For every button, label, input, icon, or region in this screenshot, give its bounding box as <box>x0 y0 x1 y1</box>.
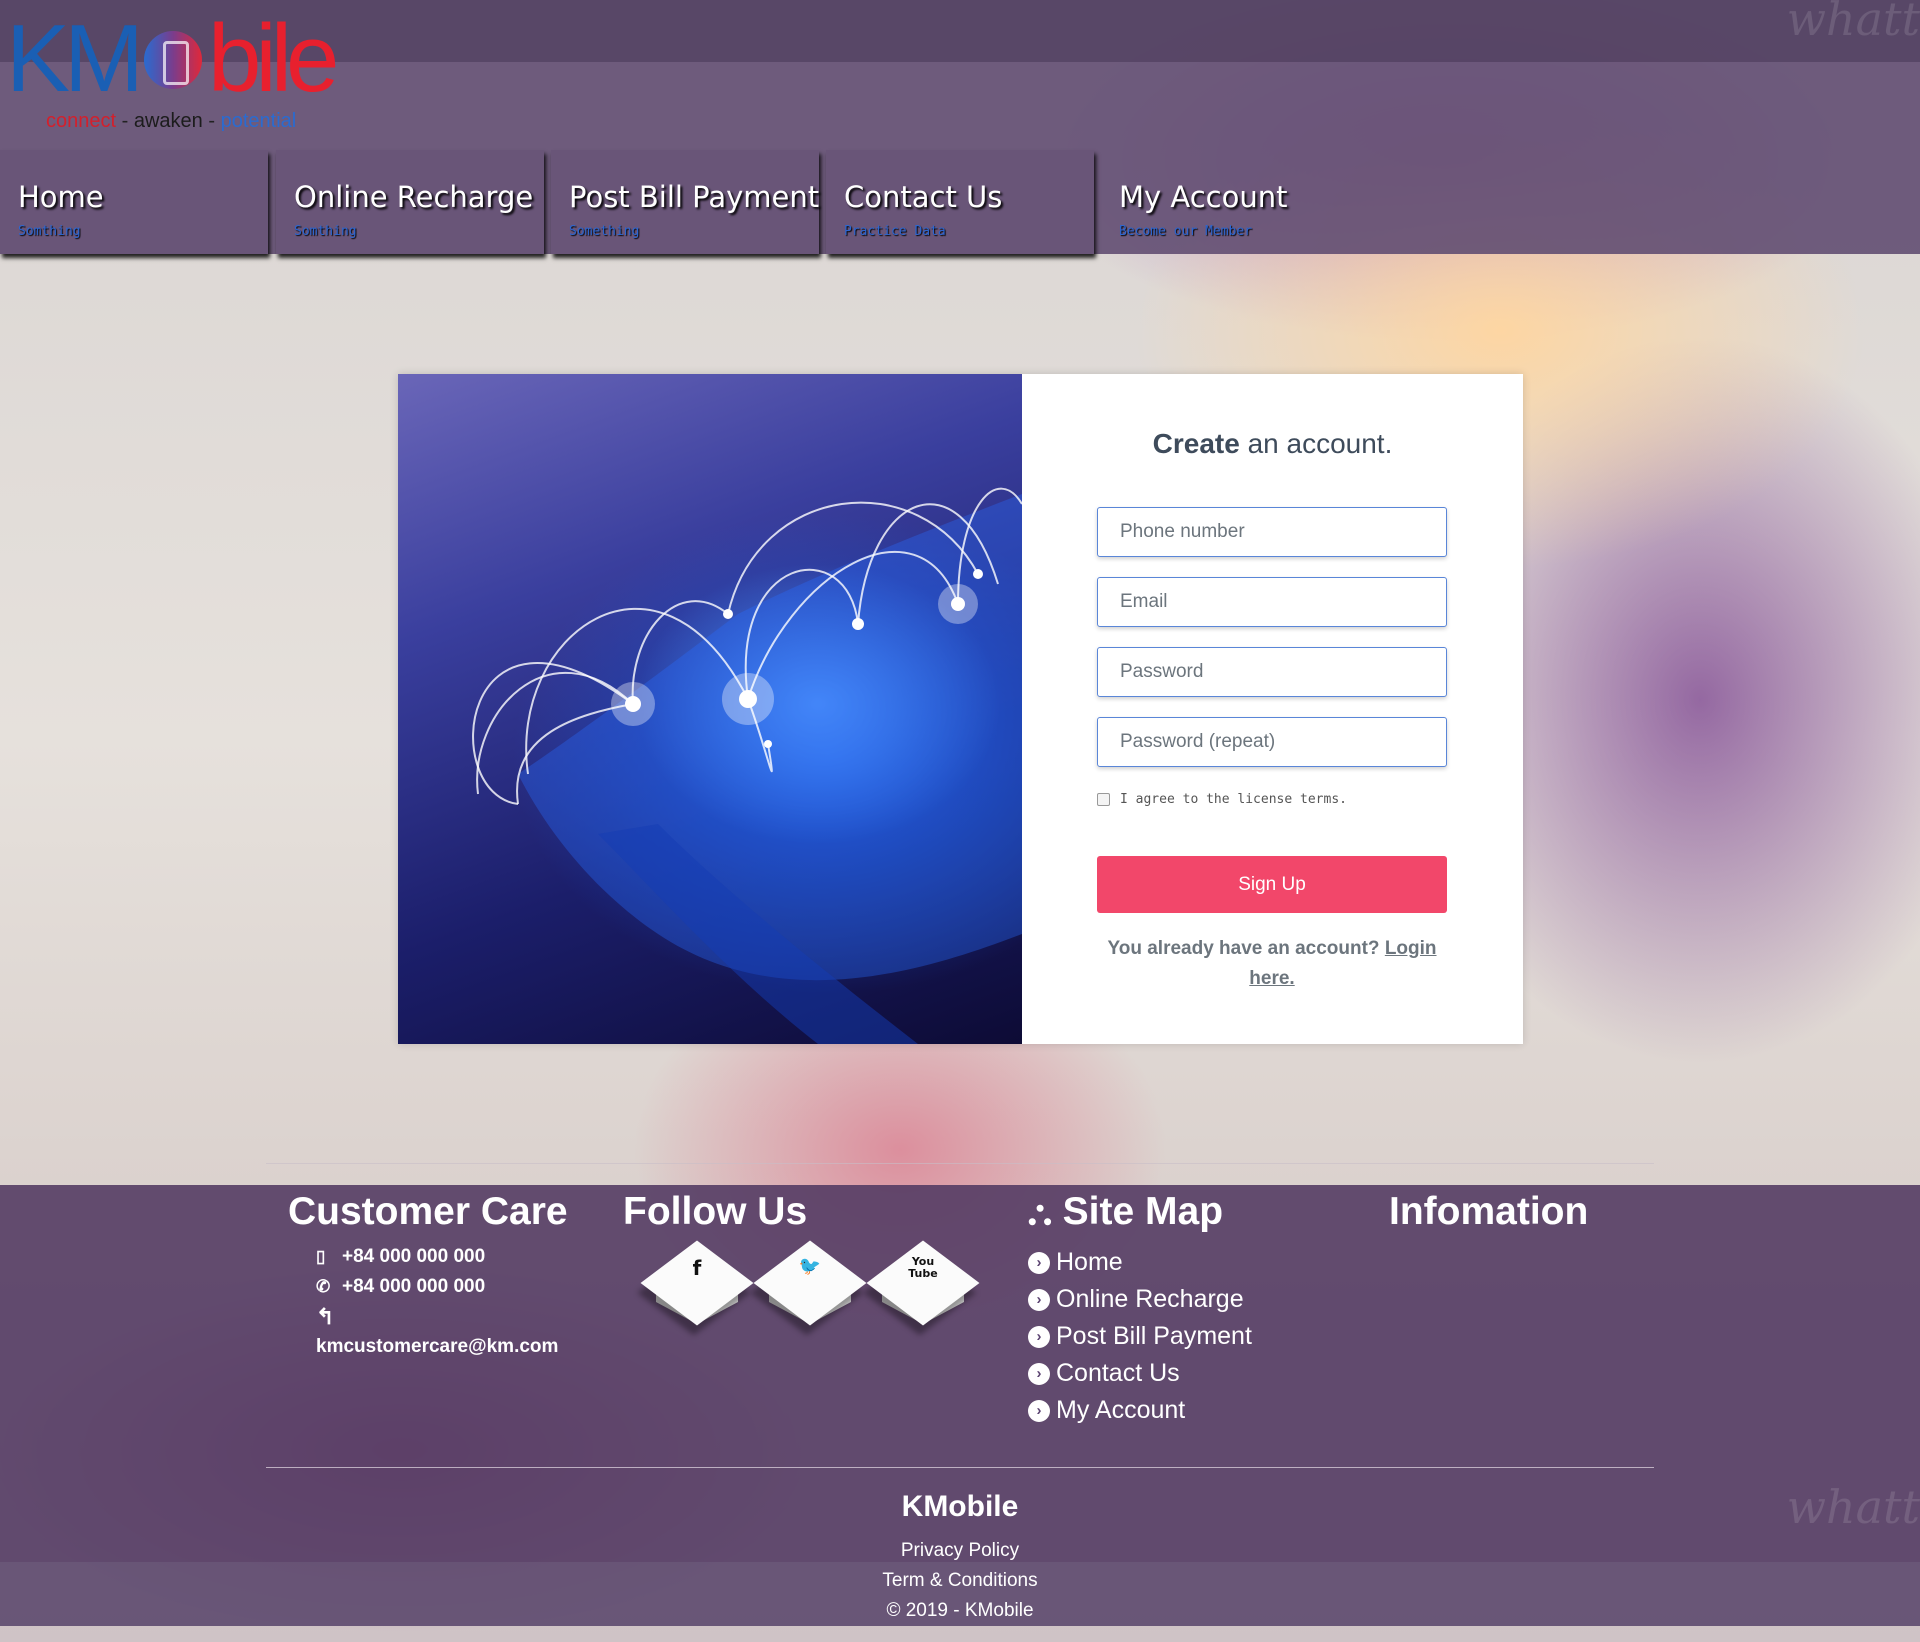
tile-top <box>753 1240 867 1326</box>
reply-icon: ↰ <box>316 1304 335 1329</box>
license-label: I agree to the license terms. <box>1120 792 1347 807</box>
logo-km: KM <box>6 5 144 112</box>
tagline-connect: connect <box>46 110 117 132</box>
sitemap-link-contact-us[interactable]: › Contact Us <box>1028 1359 1180 1388</box>
tagline-separator: - <box>121 110 129 132</box>
chevron-right-icon: › <box>1028 1399 1050 1422</box>
mobile-line: ▯ +84 000 000 000 <box>316 1246 485 1268</box>
tile-top <box>866 1240 980 1326</box>
tile-top <box>640 1240 754 1326</box>
nav-sublabel: Become our Member <box>1119 224 1253 239</box>
sitemap-link-label: Contact Us <box>1056 1359 1180 1387</box>
phone-line: ✆ +84 000 000 000 <box>316 1276 485 1298</box>
signup-form: Create an account. I agree to the licens… <box>1022 374 1523 1044</box>
nav-sublabel: Somthing <box>18 224 81 239</box>
license-agreement[interactable]: I agree to the license terms. <box>1097 792 1347 807</box>
site-map-heading-row: ⛬ Site Map <box>1028 1190 1223 1234</box>
sitemap-link-label: Online Recharge <box>1056 1285 1244 1313</box>
reply-icon-line: ↰ <box>316 1304 342 1330</box>
background-watermark: whatt <box>1786 0 1920 46</box>
sign-up-button[interactable]: Sign Up <box>1097 856 1447 913</box>
email-line[interactable]: kmcustomercare@km.com <box>316 1336 558 1358</box>
tagline-potential: potential <box>220 110 297 132</box>
nav-item-home[interactable]: Home Somthing <box>0 150 268 254</box>
password-repeat-input[interactable] <box>1097 717 1447 767</box>
footer-divider-bottom <box>266 1467 1654 1468</box>
privacy-policy-link[interactable]: Privacy Policy <box>0 1540 1920 1562</box>
chevron-right-icon: › <box>1028 1325 1050 1348</box>
nav-label: Home <box>18 180 104 214</box>
follow-us-heading: Follow Us <box>623 1190 808 1233</box>
background-watermark: whatt <box>1786 1480 1920 1534</box>
nav-label: Online Recharge <box>294 180 534 214</box>
form-title-bold: Create <box>1152 428 1240 459</box>
nav-label: Contact Us <box>844 180 1003 214</box>
mobile-icon: ▯ <box>316 1247 326 1266</box>
nav-sublabel: Something <box>569 224 640 239</box>
sitemap-link-my-account[interactable]: › My Account <box>1028 1396 1185 1425</box>
nav-sublabel: Practice Data <box>844 224 946 239</box>
sitemap-link-home[interactable]: › Home <box>1028 1248 1123 1277</box>
tagline-awaken: awaken <box>133 110 203 132</box>
copyright: © 2019 - KMobile <box>886 1600 1034 1621</box>
nav-sublabel: Somthing <box>294 224 357 239</box>
login-prompt-text: You already have an account? <box>1107 938 1380 959</box>
nav-label: My Account <box>1119 180 1288 214</box>
nav-item-my-account[interactable]: My Account Become our Member <box>1101 150 1369 254</box>
password-input[interactable] <box>1097 647 1447 697</box>
license-checkbox[interactable] <box>1097 793 1110 806</box>
logo-wordmark: KM bile <box>6 11 339 107</box>
youtube-icon[interactable]: You Tube <box>866 1240 980 1332</box>
chevron-right-icon: › <box>1028 1288 1050 1311</box>
nav-item-contact-us[interactable]: Contact Us Practice Data <box>826 150 1094 254</box>
signup-card: Create an account. I agree to the licens… <box>398 374 1523 1044</box>
nav-label: Post Bill Payment <box>569 180 820 214</box>
terms-conditions-link[interactable]: Term & Conditions <box>0 1570 1920 1592</box>
network-arcs-illustration <box>472 487 1022 1044</box>
email-input[interactable] <box>1097 577 1447 627</box>
facebook-icon[interactable]: f <box>640 1240 754 1332</box>
footer-divider-top <box>266 1163 1654 1164</box>
form-title: Create an account. <box>1022 428 1523 460</box>
sitemap-link-post-bill-payment[interactable]: › Post Bill Payment <box>1028 1322 1252 1351</box>
information-heading: Infomation <box>1389 1190 1589 1233</box>
nav-item-online-recharge[interactable]: Online Recharge Somthing <box>276 150 544 254</box>
phone-number: +84 000 000 000 <box>342 1276 486 1297</box>
login-prompt: You already have an account? Login here. <box>1097 934 1447 994</box>
sitemap-link-online-recharge[interactable]: › Online Recharge <box>1028 1285 1244 1314</box>
customer-care-email[interactable]: kmcustomercare@km.com <box>316 1336 558 1358</box>
customer-care-heading: Customer Care <box>288 1190 568 1233</box>
youtube-glyph: You Tube <box>908 1255 938 1280</box>
tagline-separator: - <box>208 110 216 132</box>
phone-number-input[interactable] <box>1097 507 1447 557</box>
twitter-glyph: 🐦 <box>798 1256 822 1277</box>
network-globe-image <box>398 374 1022 1044</box>
sitemap-link-label: My Account <box>1056 1396 1186 1424</box>
phone-handset-icon: ✆ <box>316 1277 331 1296</box>
footer-brand: KMobile <box>901 1490 1019 1523</box>
facebook-glyph: f <box>692 1256 702 1280</box>
form-title-rest: an account. <box>1247 428 1393 459</box>
logo-tagline: connect - awaken - potential <box>46 110 296 133</box>
sitemap-link-label: Home <box>1056 1248 1123 1276</box>
sitemap-icon: ⛬ <box>1028 1194 1052 1232</box>
chevron-right-icon: › <box>1028 1362 1050 1385</box>
nav-item-post-bill-payment[interactable]: Post Bill Payment Something <box>551 150 819 254</box>
mobile-number: +84 000 000 000 <box>342 1246 486 1267</box>
sitemap-link-label: Post Bill Payment <box>1056 1322 1252 1350</box>
twitter-icon[interactable]: 🐦 <box>753 1240 867 1332</box>
phone-icon <box>144 31 202 89</box>
chevron-right-icon: › <box>1028 1251 1050 1274</box>
logo-bile: bile <box>208 5 339 112</box>
site-map-heading: Site Map <box>1062 1190 1224 1233</box>
kmobile-logo[interactable]: KM bile connect - awaken - potential <box>6 11 466 134</box>
